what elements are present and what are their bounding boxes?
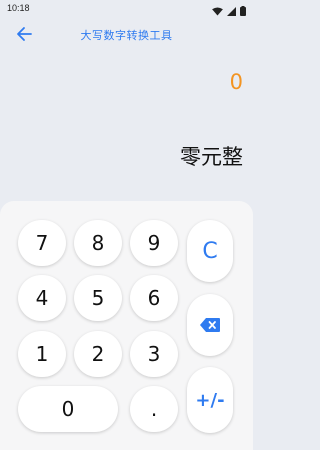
key-1[interactable]: 1 xyxy=(18,331,66,377)
page-title: 大写数字转换工具 xyxy=(80,30,173,42)
key-3[interactable]: 3 xyxy=(130,331,178,377)
clear-button[interactable]: C xyxy=(187,220,233,282)
key-7[interactable]: 7 xyxy=(18,220,66,266)
keypad: 7 8 9 4 5 6 1 2 3 0 . C +/- xyxy=(0,201,253,450)
key-2[interactable]: 2 xyxy=(74,331,122,377)
chinese-amount-display: 零元整 xyxy=(180,145,243,169)
key-0[interactable]: 0 xyxy=(18,386,118,432)
key-5[interactable]: 5 xyxy=(74,275,122,321)
sign-toggle-button[interactable]: +/- xyxy=(187,367,233,433)
key-9[interactable]: 9 xyxy=(130,220,178,266)
app-screen: 10:18 大写数字转换工具 0 零元整 7 8 9 4 5 6 1 2 3 0… xyxy=(0,0,253,450)
app-bar: 大写数字转换工具 xyxy=(0,18,253,50)
key-decimal[interactable]: . xyxy=(130,386,178,432)
status-bar: 10:18 xyxy=(0,0,253,18)
number-display: 0 xyxy=(229,70,243,94)
backspace-button[interactable] xyxy=(187,294,233,356)
backspace-icon xyxy=(200,313,220,337)
status-time: 10:18 xyxy=(7,3,30,13)
key-8[interactable]: 8 xyxy=(74,220,122,266)
key-6[interactable]: 6 xyxy=(130,275,178,321)
key-4[interactable]: 4 xyxy=(18,275,66,321)
